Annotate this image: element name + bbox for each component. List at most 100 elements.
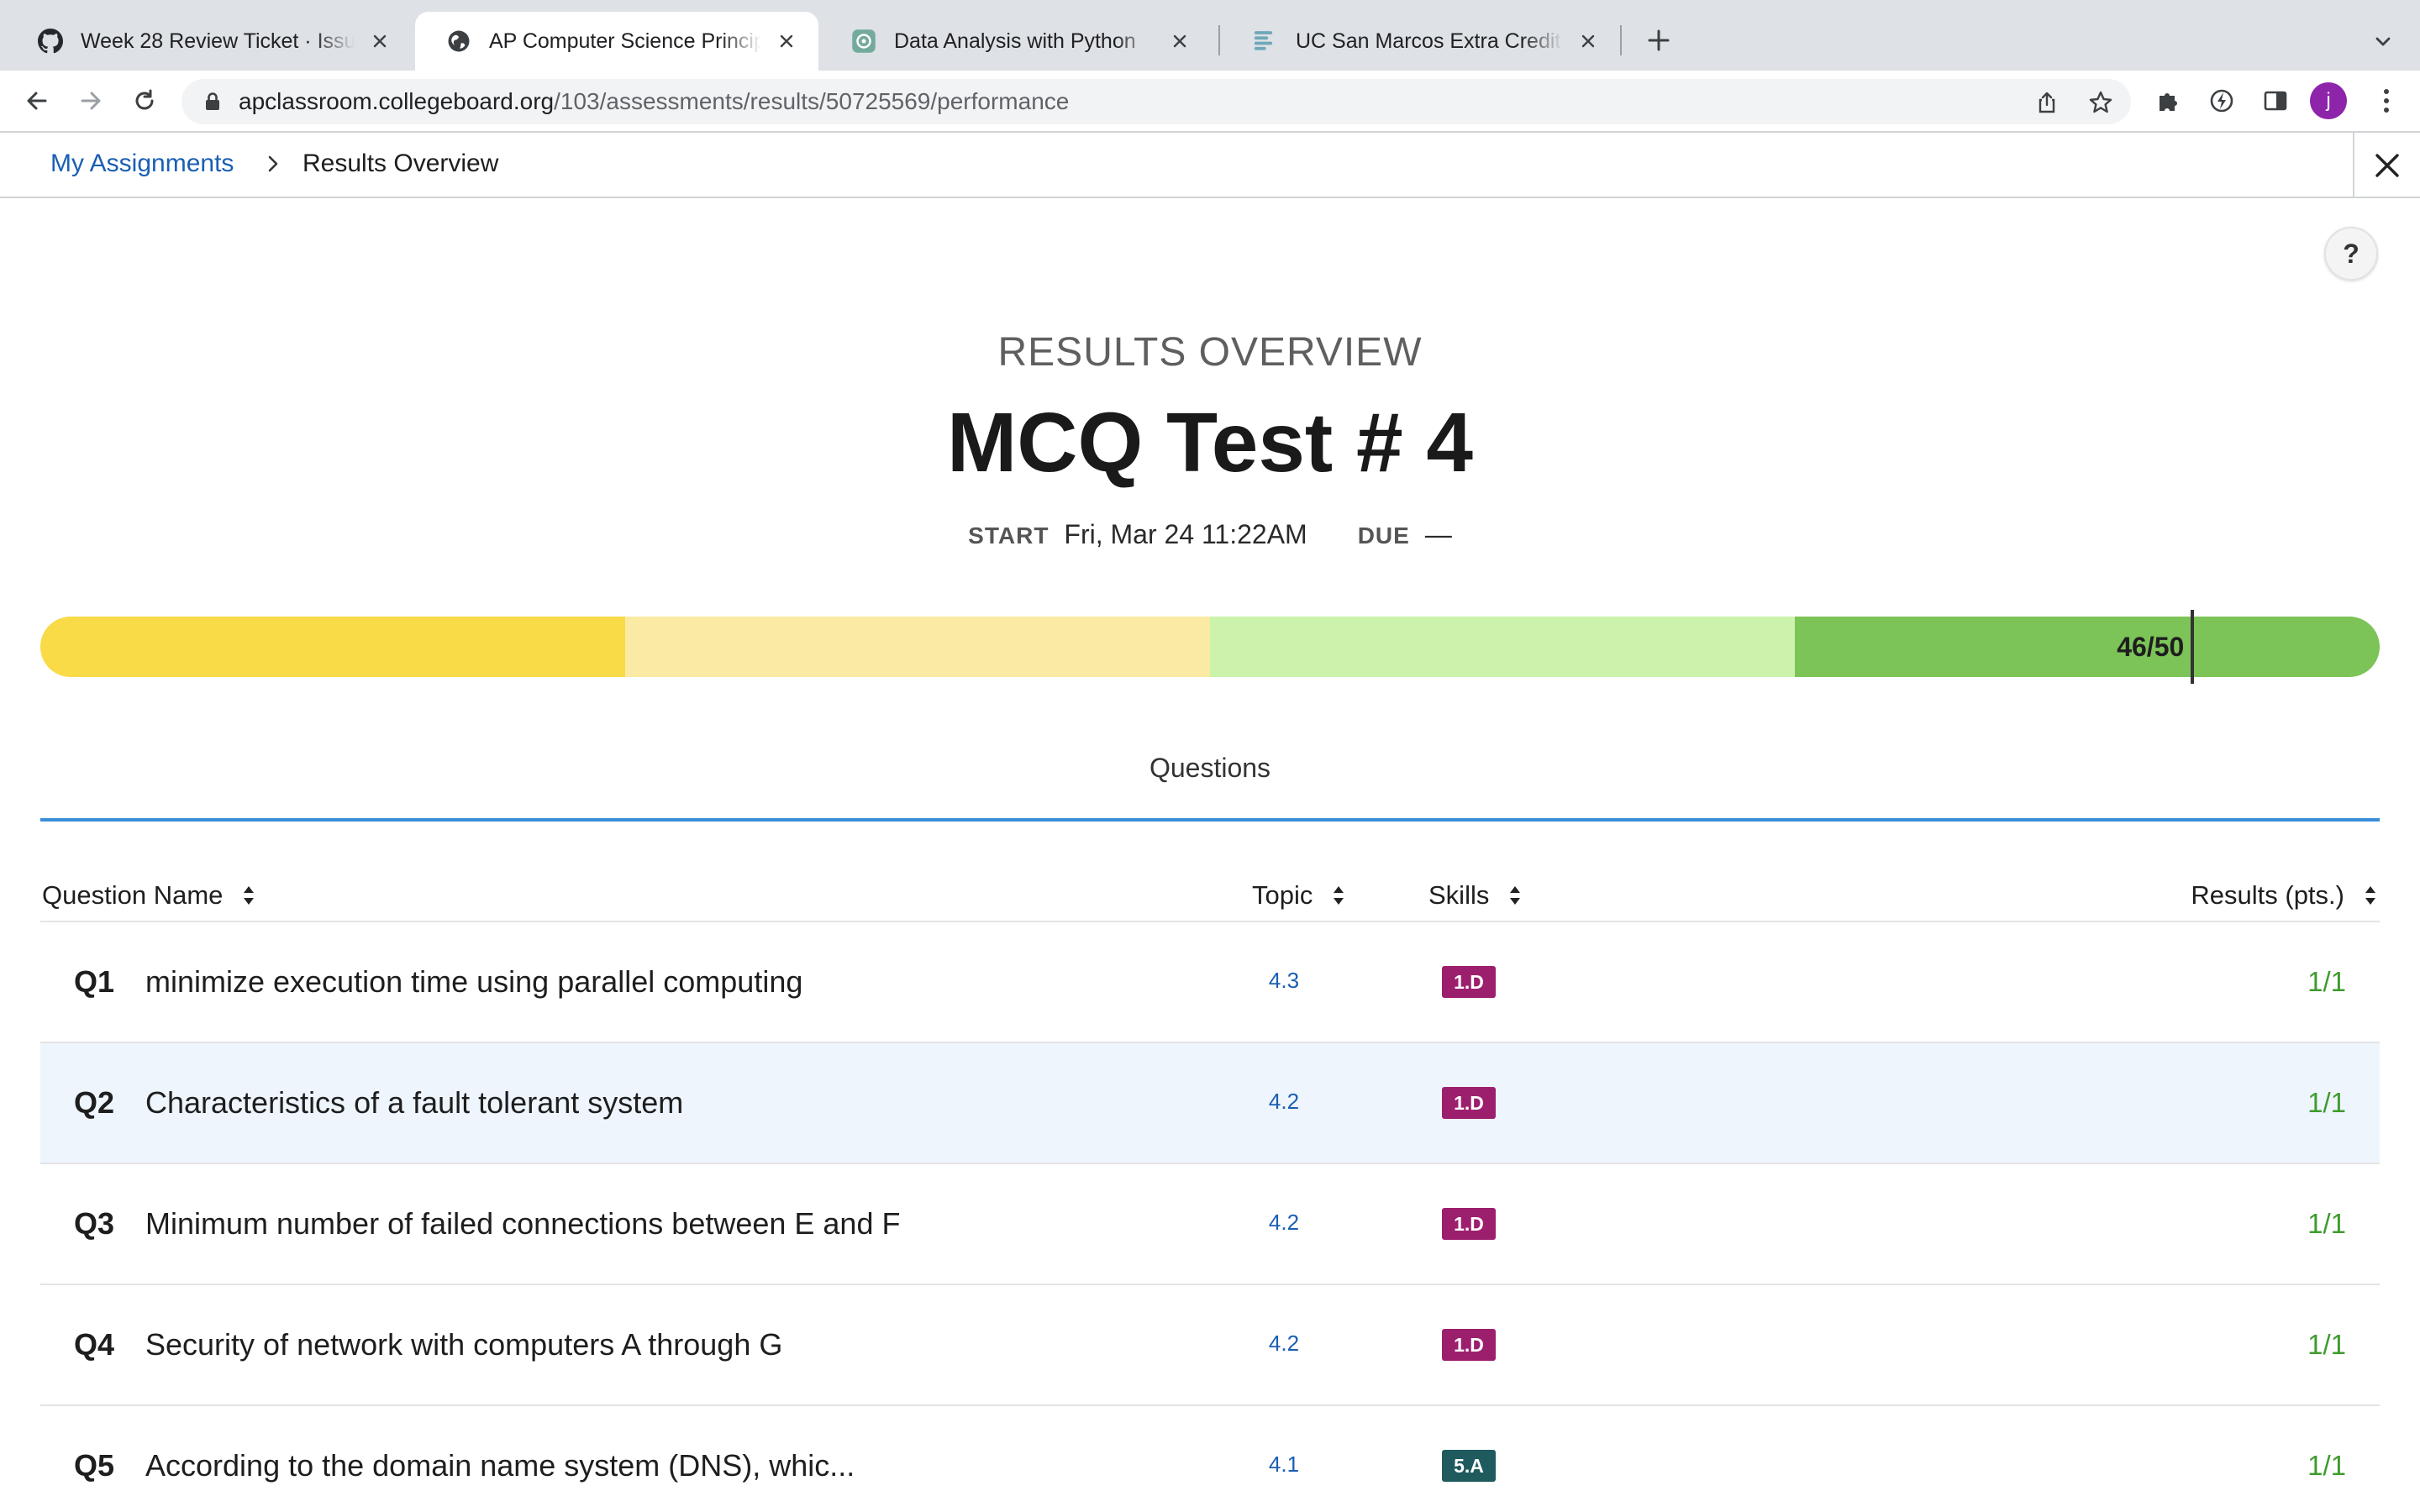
table-row[interactable]: Q3 Minimum number of failed connections … (40, 1164, 2380, 1285)
assignment-dates: START Fri, Mar 24 11:22AM DUE — (0, 519, 2420, 550)
result-score: 1/1 (2307, 966, 2346, 997)
topic-link[interactable]: 4.2 (1250, 1210, 1318, 1236)
tab-title: Week 28 Review Ticket · Issue (81, 29, 355, 53)
close-icon[interactable] (1575, 28, 1602, 55)
tab-title: Data Analysis with Python (894, 29, 1136, 53)
table-row[interactable]: Q5 According to the domain name system (… (40, 1406, 2380, 1512)
column-header-skills[interactable]: Skills (1428, 880, 1523, 911)
close-icon[interactable] (1166, 28, 1193, 55)
breadcrumb-current: Results Overview (302, 150, 499, 177)
profile-avatar[interactable]: j (2310, 82, 2347, 119)
breadcrumb-my-assignments[interactable]: My Assignments (50, 150, 234, 178)
site-icon (1252, 28, 1279, 55)
table-row[interactable]: Q2 Characteristics of a fault tolerant s… (40, 1043, 2380, 1164)
tab-data-analysis[interactable]: Data Analysis with Python (820, 12, 1212, 71)
close-icon[interactable] (773, 28, 800, 55)
score-marker (2191, 610, 2195, 684)
chevron-right-icon (262, 153, 284, 175)
url-host: apclassroom.collegeboard.org (239, 88, 555, 114)
app-header: My Assignments Results Overview (0, 131, 2420, 198)
result-score: 1/1 (2307, 1450, 2346, 1481)
tab-uc-san-marcos[interactable]: UC San Marcos Extra Credit | J (1222, 12, 1620, 71)
close-icon (2375, 154, 2399, 177)
column-header-label: Question Name (42, 880, 224, 910)
skill-badge: 1.D (1442, 1329, 1496, 1361)
table-header: Question Name Topic Skills Results (pts.… (40, 874, 2380, 922)
back-button[interactable] (17, 81, 57, 121)
column-header-label: Skills (1428, 880, 1490, 910)
column-header-question-name[interactable]: Question Name (42, 880, 256, 911)
table-row[interactable]: Q1 minimize execution time using paralle… (40, 922, 2380, 1043)
browser-toolbar: apclassroom.collegeboard.org/103/assessm… (0, 71, 2420, 131)
close-icon[interactable] (366, 28, 393, 55)
question-number: Q5 (74, 1448, 115, 1483)
side-panel-icon[interactable] (2259, 84, 2292, 118)
tab-underline (40, 818, 2380, 822)
tab-separator (1218, 25, 1220, 55)
tab-github[interactable]: Week 28 Review Ticket · Issue (7, 12, 412, 71)
result-score: 1/1 (2307, 1208, 2346, 1239)
column-header-topic[interactable]: Topic (1252, 880, 1346, 911)
tab-title: AP Computer Science Principle (489, 29, 761, 53)
question-number: Q3 (74, 1206, 115, 1241)
forward-button[interactable] (71, 81, 111, 121)
url-text: apclassroom.collegeboard.org/103/assessm… (239, 88, 1069, 115)
new-tab-button[interactable] (1640, 22, 1677, 59)
column-header-label: Topic (1252, 880, 1313, 910)
more-vert-icon[interactable] (2370, 84, 2403, 118)
skill-badge: 5.A (1442, 1450, 1496, 1482)
extensions-puzzle-icon[interactable] (2151, 84, 2185, 118)
score-band-4 (1795, 617, 2380, 677)
skill-badge: 1.D (1442, 966, 1496, 998)
table-row[interactable]: Q4 Security of network with computers A … (40, 1285, 2380, 1406)
share-icon[interactable] (2033, 89, 2060, 116)
question-title[interactable]: minimize execution time using parallel c… (145, 964, 802, 1000)
sort-icon (2365, 886, 2375, 905)
result-score: 1/1 (2307, 1087, 2346, 1118)
score-band-3 (1210, 617, 1795, 677)
tab-title: UC San Marcos Extra Credit | J (1296, 29, 1563, 53)
column-header-results[interactable]: Results (pts.) (2191, 880, 2378, 911)
topic-link[interactable]: 4.2 (1250, 1331, 1318, 1357)
column-header-label: Results (pts.) (2191, 880, 2344, 910)
page-title: MCQ Test # 4 (946, 396, 1474, 490)
due-label: DUE (1357, 522, 1410, 549)
help-button[interactable]: ? (2324, 227, 2378, 281)
question-title[interactable]: According to the domain name system (DNS… (145, 1448, 855, 1483)
score-band-1 (40, 617, 625, 677)
tab-questions[interactable]: Questions (40, 753, 2380, 784)
chevron-down-icon[interactable] (2366, 25, 2400, 59)
question-number: Q1 (74, 964, 115, 999)
overview-label: RESULTS OVERVIEW (997, 330, 1423, 375)
question-title[interactable]: Security of network with computers A thr… (145, 1327, 782, 1362)
sort-icon (244, 886, 255, 905)
question-number: Q2 (74, 1085, 115, 1120)
lock-icon (202, 91, 224, 113)
question-title[interactable]: Characteristics of a fault tolerant syst… (145, 1085, 683, 1121)
globe-icon (445, 28, 472, 55)
skill-badge: 1.D (1442, 1087, 1496, 1119)
tab-ap-csp[interactable]: AP Computer Science Principle (415, 12, 818, 71)
start-value: Fri, Mar 24 11:22AM (1064, 519, 1307, 549)
skill-badge: 1.D (1442, 1208, 1496, 1240)
close-button[interactable] (2353, 133, 2420, 198)
result-score: 1/1 (2307, 1329, 2346, 1360)
topic-link[interactable]: 4.1 (1250, 1452, 1318, 1478)
question-number: Q4 (74, 1327, 115, 1362)
extension-bolt-icon[interactable] (2205, 84, 2238, 118)
tab-strip: Week 28 Review Ticket · Issue AP Compute… (0, 0, 2420, 71)
tab-separator (1620, 25, 1622, 55)
reload-button[interactable] (124, 81, 165, 121)
question-title[interactable]: Minimum number of failed connections bet… (145, 1206, 900, 1242)
topic-link[interactable]: 4.3 (1250, 968, 1318, 994)
score-bar (40, 617, 2380, 677)
score-band-2 (625, 617, 1210, 677)
start-label: START (968, 522, 1050, 549)
score-text: 46/50 (2117, 632, 2185, 662)
topic-link[interactable]: 4.2 (1250, 1089, 1318, 1115)
github-icon (37, 28, 64, 55)
sort-icon (1510, 886, 1521, 905)
address-bar[interactable]: apclassroom.collegeboard.org/103/assessm… (182, 79, 2131, 124)
due-value: — (1424, 519, 1452, 549)
bookmark-star-icon[interactable] (2087, 89, 2114, 116)
